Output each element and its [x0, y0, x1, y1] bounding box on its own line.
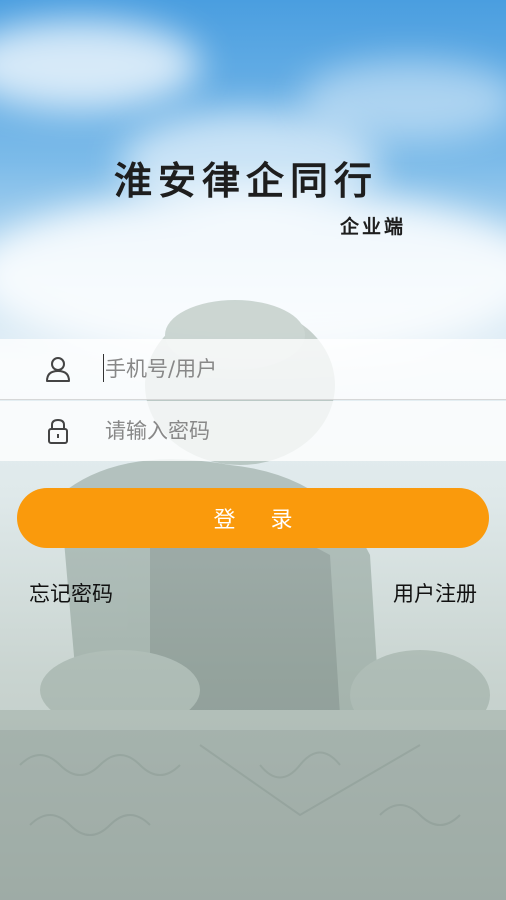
login-screen: 淮安律企同行 企业端 登 录 忘记密码 用户注册: [0, 0, 506, 900]
cloud-decoration: [0, 20, 200, 110]
username-input[interactable]: [103, 348, 487, 390]
password-input[interactable]: [103, 410, 487, 452]
password-field-row: [0, 401, 506, 461]
app-subtitle: 企业端: [340, 216, 407, 238]
user-icon: [46, 357, 70, 382]
username-field-row: [0, 339, 506, 400]
register-link[interactable]: 用户注册: [393, 578, 477, 608]
login-button[interactable]: 登 录: [17, 488, 489, 548]
forgot-password-link[interactable]: 忘记密码: [29, 578, 113, 608]
lock-icon: [48, 418, 68, 444]
app-title: 淮安律企同行: [114, 158, 379, 203]
cloud-decoration: [300, 60, 506, 140]
